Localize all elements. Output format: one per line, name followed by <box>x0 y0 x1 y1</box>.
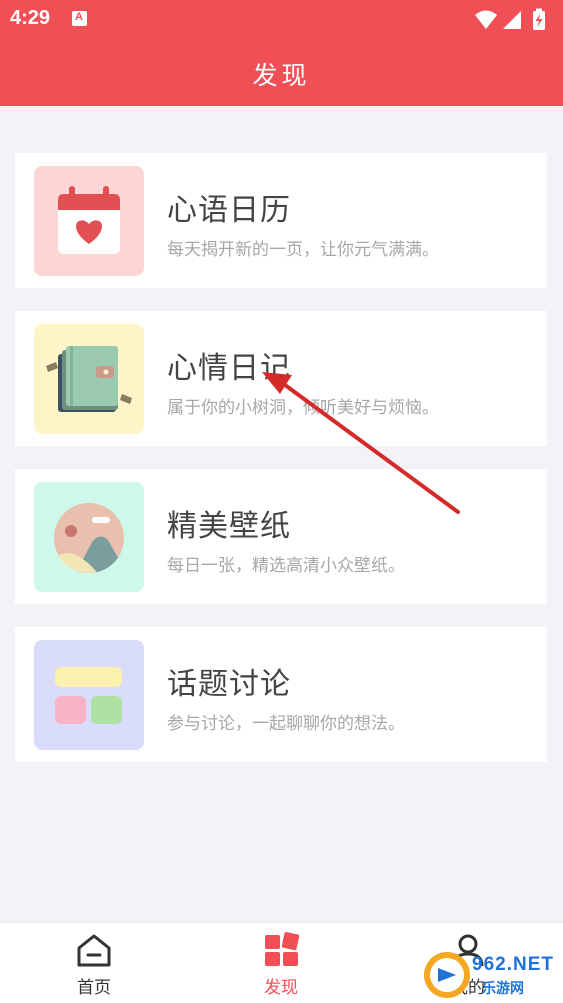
discover-grid-icon <box>265 932 300 966</box>
wifi-icon <box>475 10 497 29</box>
card-title: 话题讨论 <box>167 667 291 702</box>
calendar-heart-icon <box>34 166 144 276</box>
status-time: 4:29 <box>10 7 51 29</box>
diary-book-icon <box>34 324 144 434</box>
card-title: 心语日历 <box>167 193 291 228</box>
card-heart-calendar[interactable]: 心语日历 每天揭开新的一页，让你元气满满。 <box>15 153 547 288</box>
card-title: 心情日记 <box>167 351 291 386</box>
battery-charging-icon <box>533 8 545 30</box>
home-icon <box>77 934 111 967</box>
app-header: 发现 <box>0 38 563 106</box>
watermark: 962.NET 乐游网 <box>420 948 563 1002</box>
tab-label: 首页 <box>77 978 111 998</box>
card-mood-diary[interactable]: 心情日记 属于你的小树洞，倾听美好与烦恼。 <box>15 311 547 446</box>
signal-icon <box>503 11 521 29</box>
card-description: 属于你的小树洞，倾听美好与烦恼。 <box>167 398 439 418</box>
status-icons <box>473 8 553 36</box>
status-bar: 4:29 <box>0 0 563 38</box>
card-wallpaper[interactable]: 精美壁纸 每日一张，精选高清小众壁纸。 <box>15 469 547 604</box>
tab-home[interactable]: 首页 <box>19 923 169 1003</box>
card-description: 每天揭开新的一页，让你元气满满。 <box>167 240 439 260</box>
app-notification-icon <box>72 11 87 26</box>
wallpaper-landscape-icon <box>34 482 144 592</box>
card-title: 精美壁纸 <box>167 509 291 544</box>
watermark-text: 962.NET <box>472 954 554 975</box>
card-description: 每日一张，精选高清小众壁纸。 <box>167 556 405 576</box>
card-description: 参与讨论，一起聊聊你的想法。 <box>167 714 405 734</box>
tab-label: 发现 <box>264 978 298 998</box>
card-topic-discussion[interactable]: 话题讨论 参与讨论，一起聊聊你的想法。 <box>15 627 547 762</box>
page-title: 发现 <box>252 61 311 90</box>
topic-blocks-icon <box>34 640 144 750</box>
watermark-logo-icon <box>424 952 470 998</box>
watermark-subtext: 乐游网 <box>482 981 524 997</box>
tab-discover[interactable]: 发现 <box>206 923 356 1003</box>
